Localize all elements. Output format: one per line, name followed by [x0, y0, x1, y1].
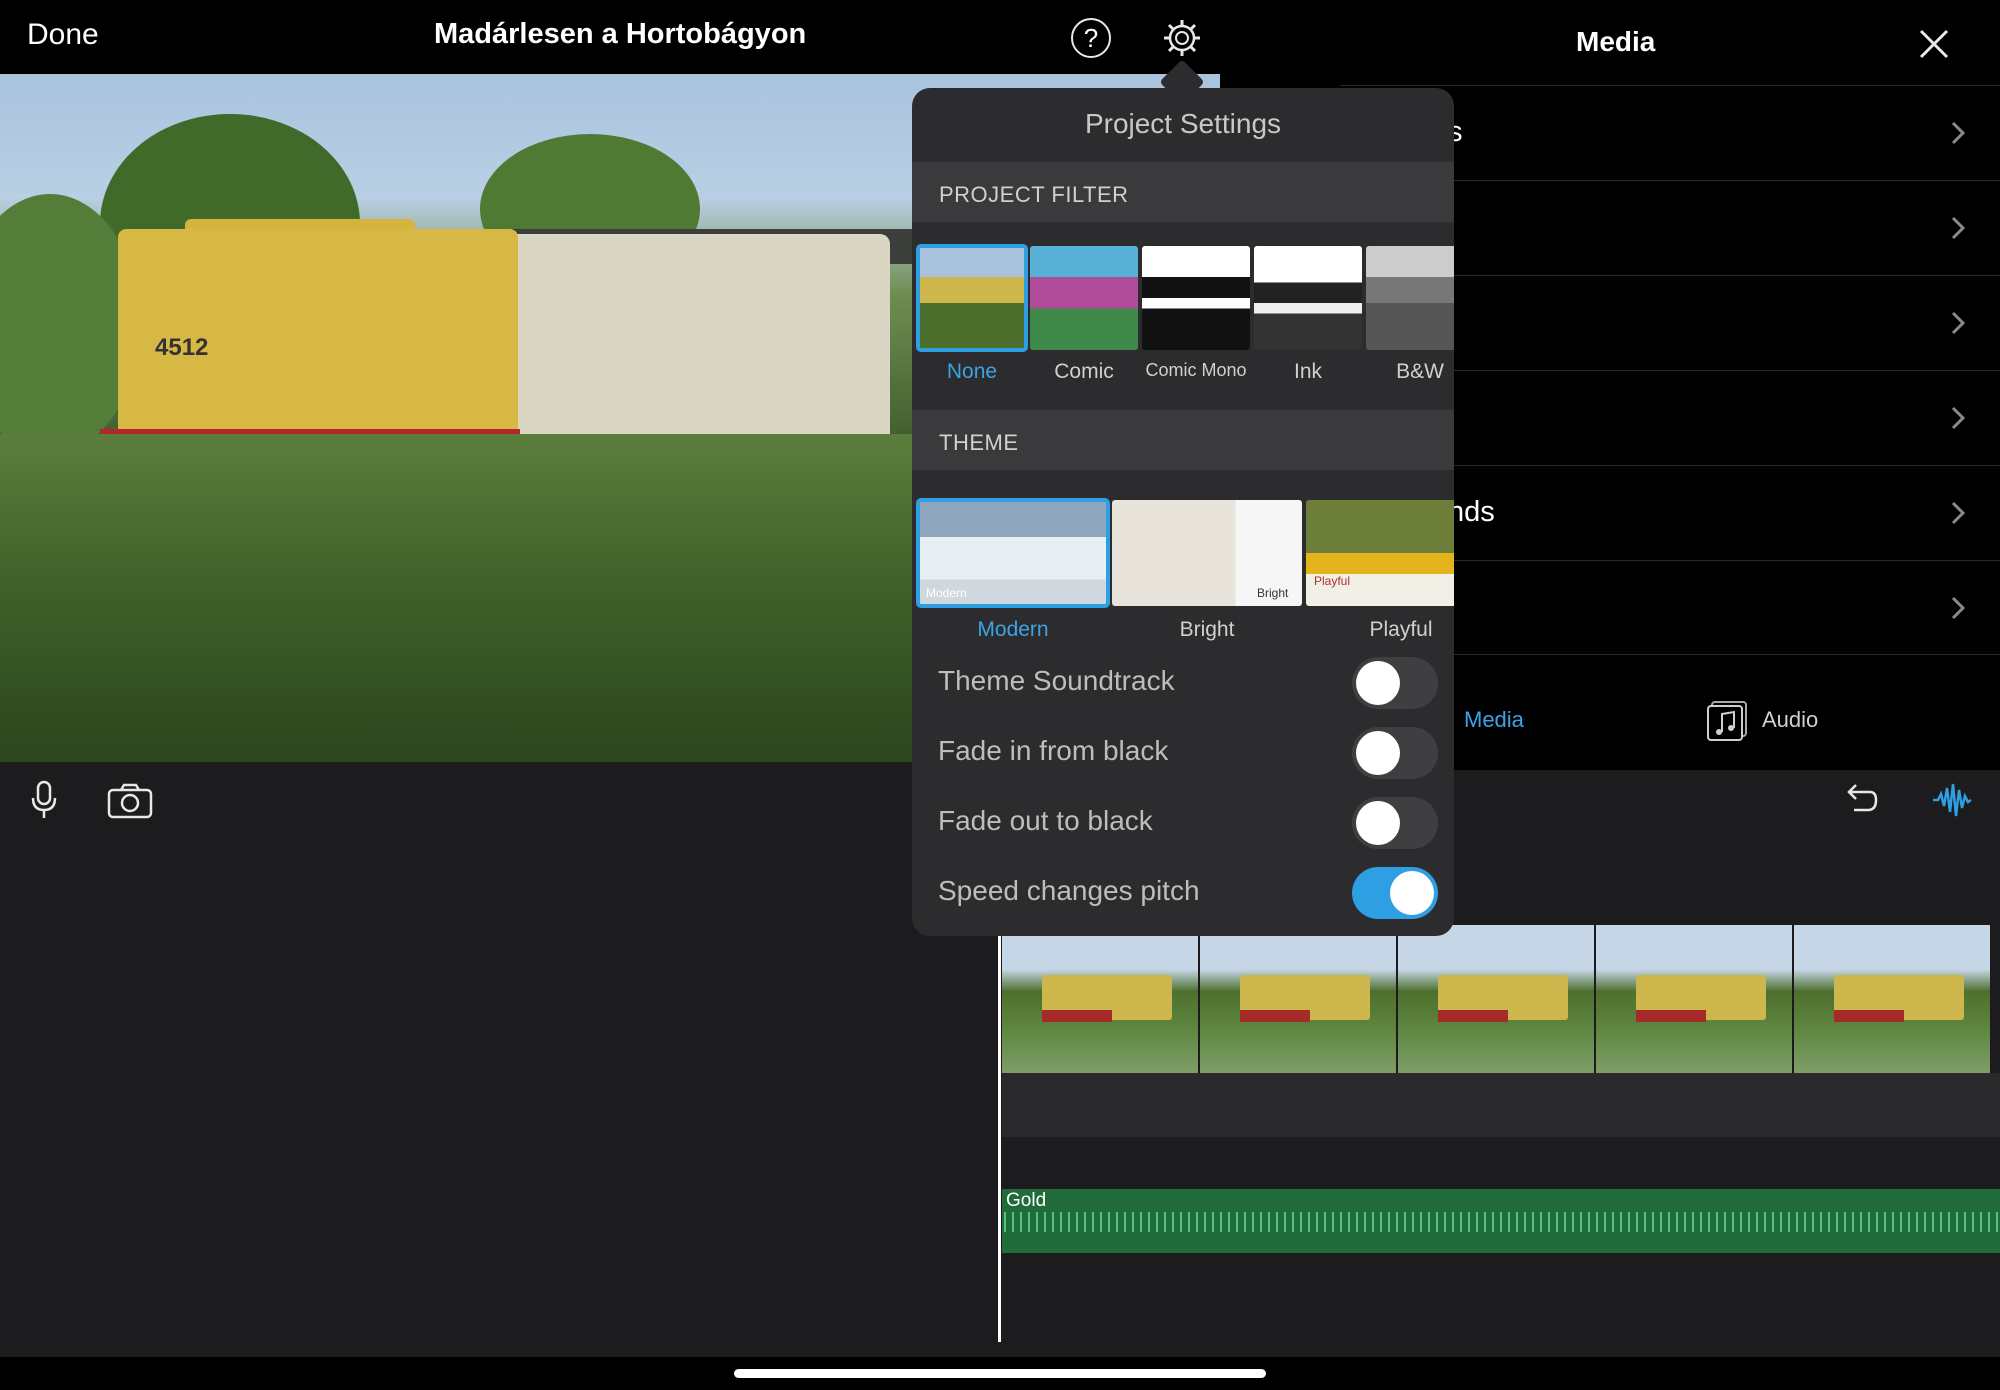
project-settings-popover: Project Settings PROJECT FILTER None Com… — [912, 88, 1454, 936]
toggle-knob — [1390, 871, 1434, 915]
filter-label: Comic — [1054, 360, 1114, 383]
playhead[interactable] — [998, 930, 1001, 1342]
gear-icon[interactable] — [1162, 18, 1202, 58]
filter-picker: None Comic Comic Mono Ink B&W — [912, 244, 1454, 416]
toggle-knob — [1356, 731, 1400, 775]
filter-option-ink[interactable]: Ink — [1254, 246, 1362, 384]
audio-waveform — [1004, 1212, 1998, 1232]
theme-label: Bright — [1179, 618, 1235, 641]
empty-track-band — [1002, 1073, 2000, 1137]
filter-label: Comic Mono — [1145, 360, 1247, 380]
theme-soundtrack-toggle[interactable] — [1352, 657, 1438, 709]
toggle-label: Fade in from black — [938, 735, 1169, 766]
tab-audio[interactable]: Audio — [1762, 707, 1818, 733]
popover-title: Project Settings — [1084, 108, 1282, 139]
locomotive-number-plate: 4512 — [155, 334, 209, 361]
chevron-right-icon — [1951, 311, 1966, 335]
help-icon[interactable]: ? — [1071, 18, 1111, 58]
media-row-label: nds — [1448, 496, 1495, 528]
filter-label: None — [946, 360, 998, 383]
media-panel-title: Media — [1576, 26, 1656, 57]
filter-label: Ink — [1293, 360, 1322, 383]
toggle-row-speed-pitch: Speed changes pitch — [912, 857, 1454, 927]
clip-thumbnail — [1596, 925, 1794, 1073]
filter-option-bw[interactable]: B&W — [1366, 246, 1454, 384]
section-label: PROJECT FILTER — [939, 182, 1129, 207]
theme-label: Playful — [1369, 618, 1433, 641]
theme-thumbnail: Bright — [1112, 500, 1302, 606]
chevron-right-icon — [1951, 121, 1966, 145]
filter-thumbnail — [1030, 246, 1138, 350]
chevron-right-icon — [1951, 596, 1966, 620]
clip-thumbnail — [1002, 925, 1200, 1073]
audio-clip-label: Gold — [1006, 1190, 1047, 1211]
fade-in-toggle[interactable] — [1352, 727, 1438, 779]
filter-label: B&W — [1396, 360, 1444, 383]
clip-thumbnail — [1794, 925, 1992, 1073]
theme-tag: Bright — [1257, 586, 1289, 600]
undo-icon[interactable] — [1840, 780, 1880, 820]
theme-tag: Modern — [926, 586, 967, 600]
project-title: Madárlesen a Hortobágyon — [434, 18, 807, 50]
chevron-right-icon — [1951, 501, 1966, 525]
music-note-icon[interactable] — [1706, 700, 1748, 742]
theme-tag: Playful — [1314, 574, 1351, 588]
audio-waveform-icon[interactable] — [1932, 780, 1972, 820]
home-indicator[interactable] — [734, 1369, 1266, 1378]
theme-option-bright[interactable]: Bright Bright — [1112, 500, 1302, 642]
section-header: PROJECT FILTER — [912, 162, 1454, 222]
theme-thumbnail: Playful — [1306, 500, 1454, 606]
timeline-empty-area[interactable] — [0, 837, 1000, 1357]
filter-thumbnail — [1366, 246, 1454, 350]
theme-picker: Modern Modern Bright Bright Playful Play… — [912, 498, 1454, 642]
filter-option-none[interactable]: None — [916, 244, 1028, 384]
filter-thumbnail — [1142, 246, 1250, 350]
toggle-knob — [1356, 661, 1400, 705]
filter-option-comic[interactable]: Comic — [1030, 246, 1138, 384]
toggle-label: Fade out to black — [938, 805, 1153, 836]
filter-thumbnail — [1254, 246, 1362, 350]
toggle-label: Speed changes pitch — [938, 875, 1200, 906]
theme-thumbnail: Modern — [916, 498, 1110, 608]
passenger-coach — [470, 234, 890, 464]
toggle-row-fade-out: Fade out to black — [912, 787, 1454, 857]
tab-media[interactable]: Media — [1464, 707, 1524, 733]
fade-out-toggle[interactable] — [1352, 797, 1438, 849]
speed-changes-pitch-toggle[interactable] — [1352, 867, 1438, 919]
toggle-row-theme-soundtrack: Theme Soundtrack — [912, 647, 1454, 717]
section-label: THEME — [939, 430, 1019, 455]
clip-thumbnail — [1398, 925, 1596, 1073]
filter-thumbnail — [916, 244, 1028, 352]
microphone-icon[interactable] — [30, 780, 58, 820]
close-icon[interactable] — [1918, 28, 1950, 60]
toggle-label: Theme Soundtrack — [938, 665, 1175, 696]
chevron-right-icon — [1951, 406, 1966, 430]
section-header: THEME — [912, 410, 1454, 470]
camera-icon[interactable] — [107, 783, 153, 819]
clip-thumbnail — [1200, 925, 1398, 1073]
toggle-row-fade-in: Fade in from black — [912, 717, 1454, 787]
chevron-right-icon — [1951, 216, 1966, 240]
theme-option-playful[interactable]: Playful Playful — [1306, 500, 1454, 642]
theme-option-modern[interactable]: Modern Modern — [916, 498, 1110, 642]
done-button[interactable]: Done — [27, 18, 99, 52]
theme-label: Modern — [977, 618, 1049, 641]
filter-option-comic-mono[interactable]: Comic Mono — [1142, 246, 1250, 381]
toggle-knob — [1356, 801, 1400, 845]
video-clip-strip[interactable] — [1002, 925, 2000, 1073]
